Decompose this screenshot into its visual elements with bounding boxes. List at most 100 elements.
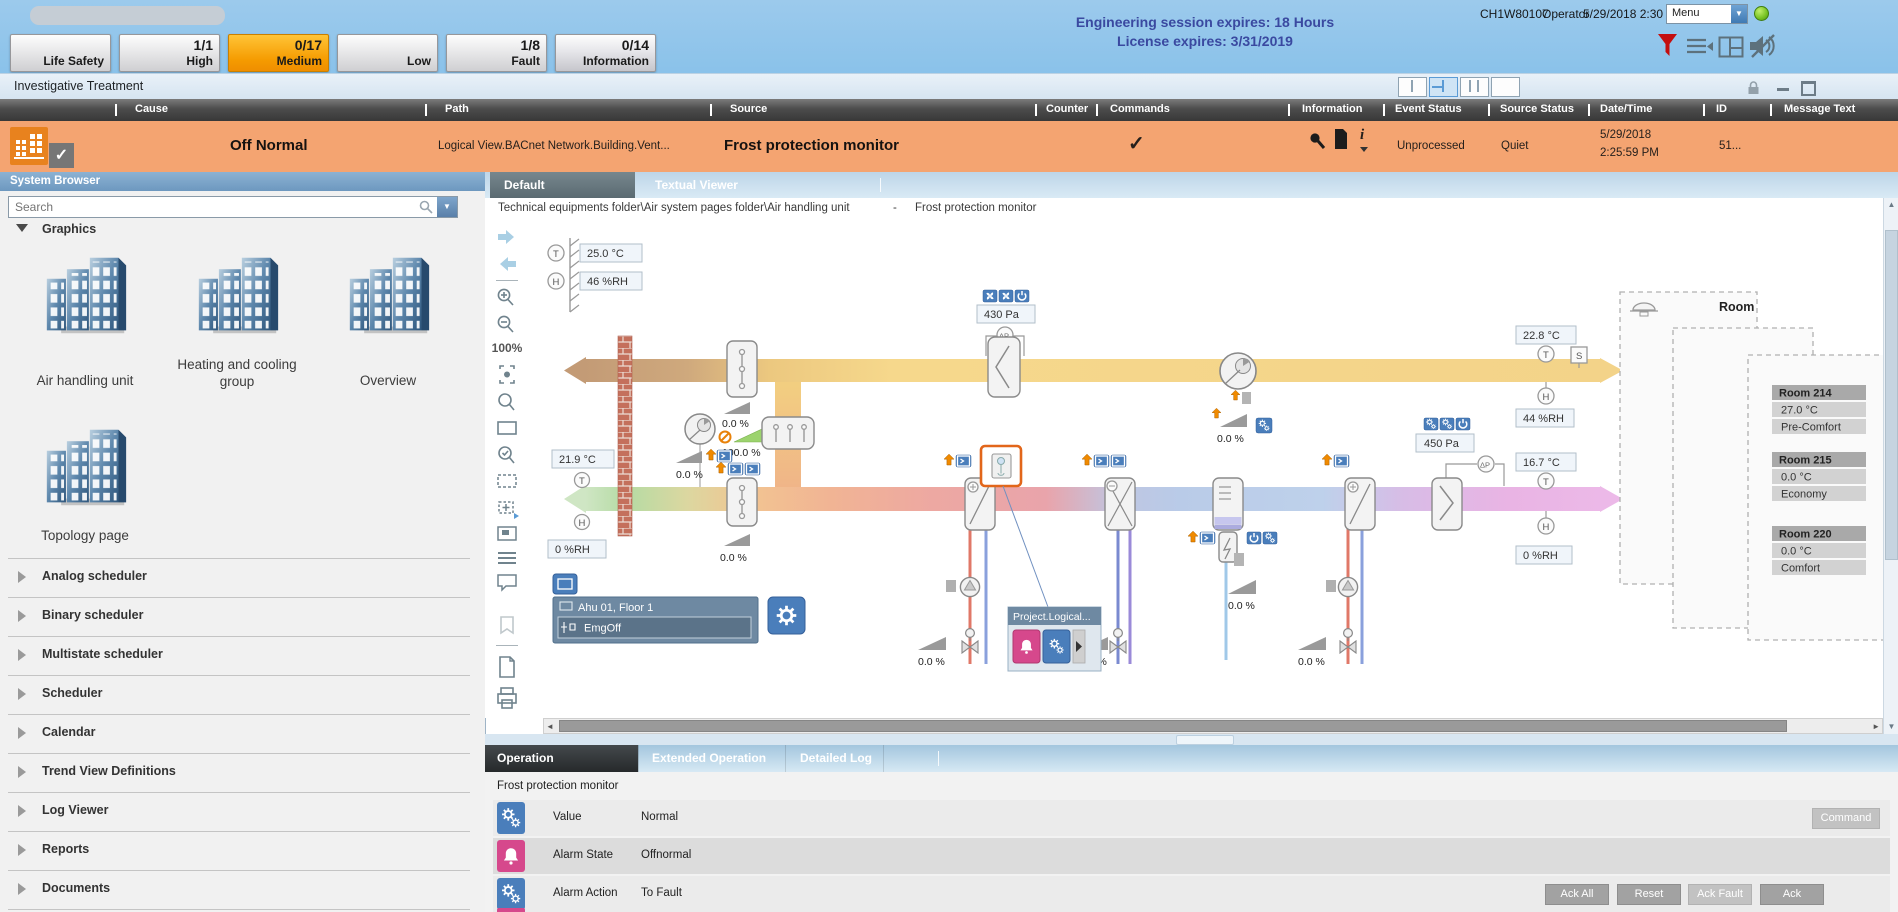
layout-3-button[interactable] <box>1460 77 1489 97</box>
category-information-button[interactable]: 0/14 Information <box>555 34 656 72</box>
splitter[interactable] <box>485 734 1898 745</box>
minimize-icon[interactable] <box>1777 88 1789 91</box>
tree-root-graphics[interactable]: Graphics <box>42 222 96 236</box>
category-life-safety-button[interactable]: Life Safety <box>10 34 111 72</box>
supply-pressure-damper[interactable]: 450 Pa ΔP <box>1416 418 1504 530</box>
sidebar-item-analog-scheduler[interactable]: Analog scheduler <box>42 569 147 583</box>
restore-icon[interactable] <box>1801 81 1816 96</box>
tab-operation[interactable]: Operation <box>485 745 638 772</box>
sidebar-item-trend-view-definitions[interactable]: Trend View Definitions <box>42 764 176 778</box>
tab-default[interactable]: Default <box>490 172 635 198</box>
col-counter[interactable]: Counter <box>1046 103 1088 115</box>
command-check-icon[interactable]: ✓ <box>1128 131 1145 156</box>
value-row[interactable]: Value Normal Command <box>493 800 1890 836</box>
chevron-right-icon[interactable] <box>18 844 26 856</box>
chevron-down-icon[interactable]: ▼ <box>1731 5 1747 23</box>
pump-icon[interactable] <box>960 577 979 596</box>
col-commands[interactable]: Commands <box>1110 103 1170 115</box>
chevron-right-icon[interactable] <box>18 610 26 622</box>
search-input[interactable] <box>13 198 407 216</box>
col-path[interactable]: Path <box>445 103 469 115</box>
chevron-right-icon[interactable] <box>18 727 26 739</box>
room-215-card[interactable]: Room 215 0.0 °C Economy <box>1772 452 1866 501</box>
menu-dropdown[interactable]: Menu ▼ <box>1666 4 1748 24</box>
alarm-popup[interactable]: Project.Logical... <box>1008 607 1101 671</box>
ahu-popup[interactable]: Ahu 01, Floor 1 EmgOff <box>553 574 758 643</box>
ack-all-button[interactable]: Ack All <box>1545 884 1609 905</box>
horizontal-scrollbar-thumb[interactable] <box>559 720 1787 732</box>
col-id[interactable]: ID <box>1716 103 1727 115</box>
room-220-card[interactable]: Room 220 0.0 °C Comfort <box>1772 526 1866 575</box>
chevron-right-icon[interactable] <box>18 883 26 895</box>
sidebar-item-calendar[interactable]: Calendar <box>42 725 96 739</box>
category-fault-button[interactable]: 1/8 Fault <box>446 34 547 72</box>
tab-extended-operation[interactable]: Extended Operation <box>652 745 766 772</box>
col-source-status[interactable]: Source Status <box>1500 103 1574 115</box>
reset-button[interactable]: Reset <box>1617 884 1681 905</box>
ack-fault-button[interactable]: Ack Fault <box>1688 884 1752 905</box>
horizontal-scrollbar[interactable]: ◄ ► <box>543 718 1883 734</box>
event-list-icon[interactable] <box>1686 37 1714 57</box>
category-low-button[interactable]: Low <box>337 34 438 72</box>
graphic-label-topology[interactable]: Topology page <box>10 527 160 544</box>
graphic-overview-icon[interactable] <box>341 252 437 338</box>
graphic-label-overview[interactable]: Overview <box>313 372 463 389</box>
ack-button[interactable]: Ack <box>1760 884 1824 905</box>
reheat-coil-wheel[interactable] <box>1345 478 1375 530</box>
col-cause[interactable]: Cause <box>135 103 168 115</box>
vertical-scrollbar[interactable]: ▲ ▼ <box>1883 198 1898 734</box>
chevron-right-icon[interactable] <box>18 649 26 661</box>
sidebar-item-scheduler[interactable]: Scheduler <box>42 686 102 700</box>
col-source[interactable]: Source <box>730 103 767 115</box>
graphic-label-heating-cooling[interactable]: Heating and cooling group <box>162 356 312 390</box>
layout-4-button[interactable] <box>1491 77 1520 97</box>
sidebar-item-log-viewer[interactable]: Log Viewer <box>42 803 108 817</box>
outside-sensors[interactable]: T H 25.0 °C 46 %RH <box>548 238 642 312</box>
chevron-right-icon[interactable] <box>18 688 26 700</box>
tab-textual-viewer[interactable]: Textual Viewer <box>655 172 738 198</box>
sidebar-item-reports[interactable]: Reports <box>42 842 89 856</box>
alarm-state-row[interactable]: Alarm State Offnormal <box>493 838 1890 874</box>
room-214-card[interactable]: Room 214 27.0 °C Pre-Comfort <box>1772 385 1866 434</box>
chevron-right-icon[interactable] <box>18 805 26 817</box>
graphic-air-handling-unit-icon[interactable] <box>38 252 134 338</box>
col-message-text[interactable]: Message Text <box>1784 103 1855 115</box>
vertical-scrollbar-thumb[interactable] <box>1885 230 1898 560</box>
tab-detailed-log[interactable]: Detailed Log <box>800 745 872 772</box>
sidebar-item-multistate-scheduler[interactable]: Multistate scheduler <box>42 647 163 661</box>
filter-icon[interactable] <box>1656 33 1680 59</box>
layout-2-button[interactable] <box>1429 77 1458 97</box>
recirc-damper[interactable] <box>762 417 814 449</box>
alarm-action-row[interactable]: Alarm Action To Fault Ack All Reset Ack … <box>493 876 1890 912</box>
graphic-heating-cooling-icon[interactable] <box>190 252 286 338</box>
graphic-topology-icon[interactable] <box>38 424 134 510</box>
sidebar-item-binary-scheduler[interactable]: Binary scheduler <box>42 608 143 622</box>
settings-gear-button[interactable] <box>768 597 805 634</box>
info-icon[interactable]: i <box>1360 127 1364 144</box>
document-icon[interactable] <box>1334 129 1348 149</box>
chevron-right-icon[interactable] <box>18 766 26 778</box>
info-dropdown-icon[interactable] <box>1360 147 1368 152</box>
col-datetime[interactable]: Date/Time <box>1600 103 1652 115</box>
cross-heat-exchanger[interactable] <box>1105 478 1135 530</box>
investigate-icon[interactable] <box>1308 131 1326 151</box>
splitter-handle[interactable] <box>1176 735 1234 745</box>
graphic-link-icon[interactable] <box>553 574 577 594</box>
chevron-right-icon[interactable] <box>18 571 26 583</box>
exhaust-damper[interactable]: 0.0 % 100.0 % <box>720 341 763 459</box>
graphic-label-ahu[interactable]: Air handling unit <box>10 372 160 389</box>
mute-speaker-icon[interactable] <box>1748 32 1778 60</box>
pump-icon[interactable] <box>1338 577 1357 596</box>
breadcrumb-path[interactable]: Technical equipments folder\Air system p… <box>498 202 850 214</box>
search-icon[interactable] <box>419 200 433 214</box>
col-information[interactable]: Information <box>1302 103 1363 115</box>
hvac-schematic[interactable]: 0.0 % 0.0 % 0.0 % 0.0 % 100.0 % <box>485 220 1883 718</box>
alarm-row[interactable]: ✓ Off Normal Logical View.BACnet Network… <box>0 121 1898 172</box>
pane-layout-icon[interactable] <box>1718 36 1744 58</box>
layout-1-button[interactable] <box>1398 77 1427 97</box>
sidebar-item-documents[interactable]: Documents <box>42 881 110 895</box>
search-options-dropdown-icon[interactable]: ▼ <box>437 197 457 217</box>
graphics-expand-icon[interactable] <box>16 224 28 232</box>
command-button[interactable]: Command <box>1812 808 1880 829</box>
category-medium-button[interactable]: 0/17 Medium <box>228 34 329 72</box>
